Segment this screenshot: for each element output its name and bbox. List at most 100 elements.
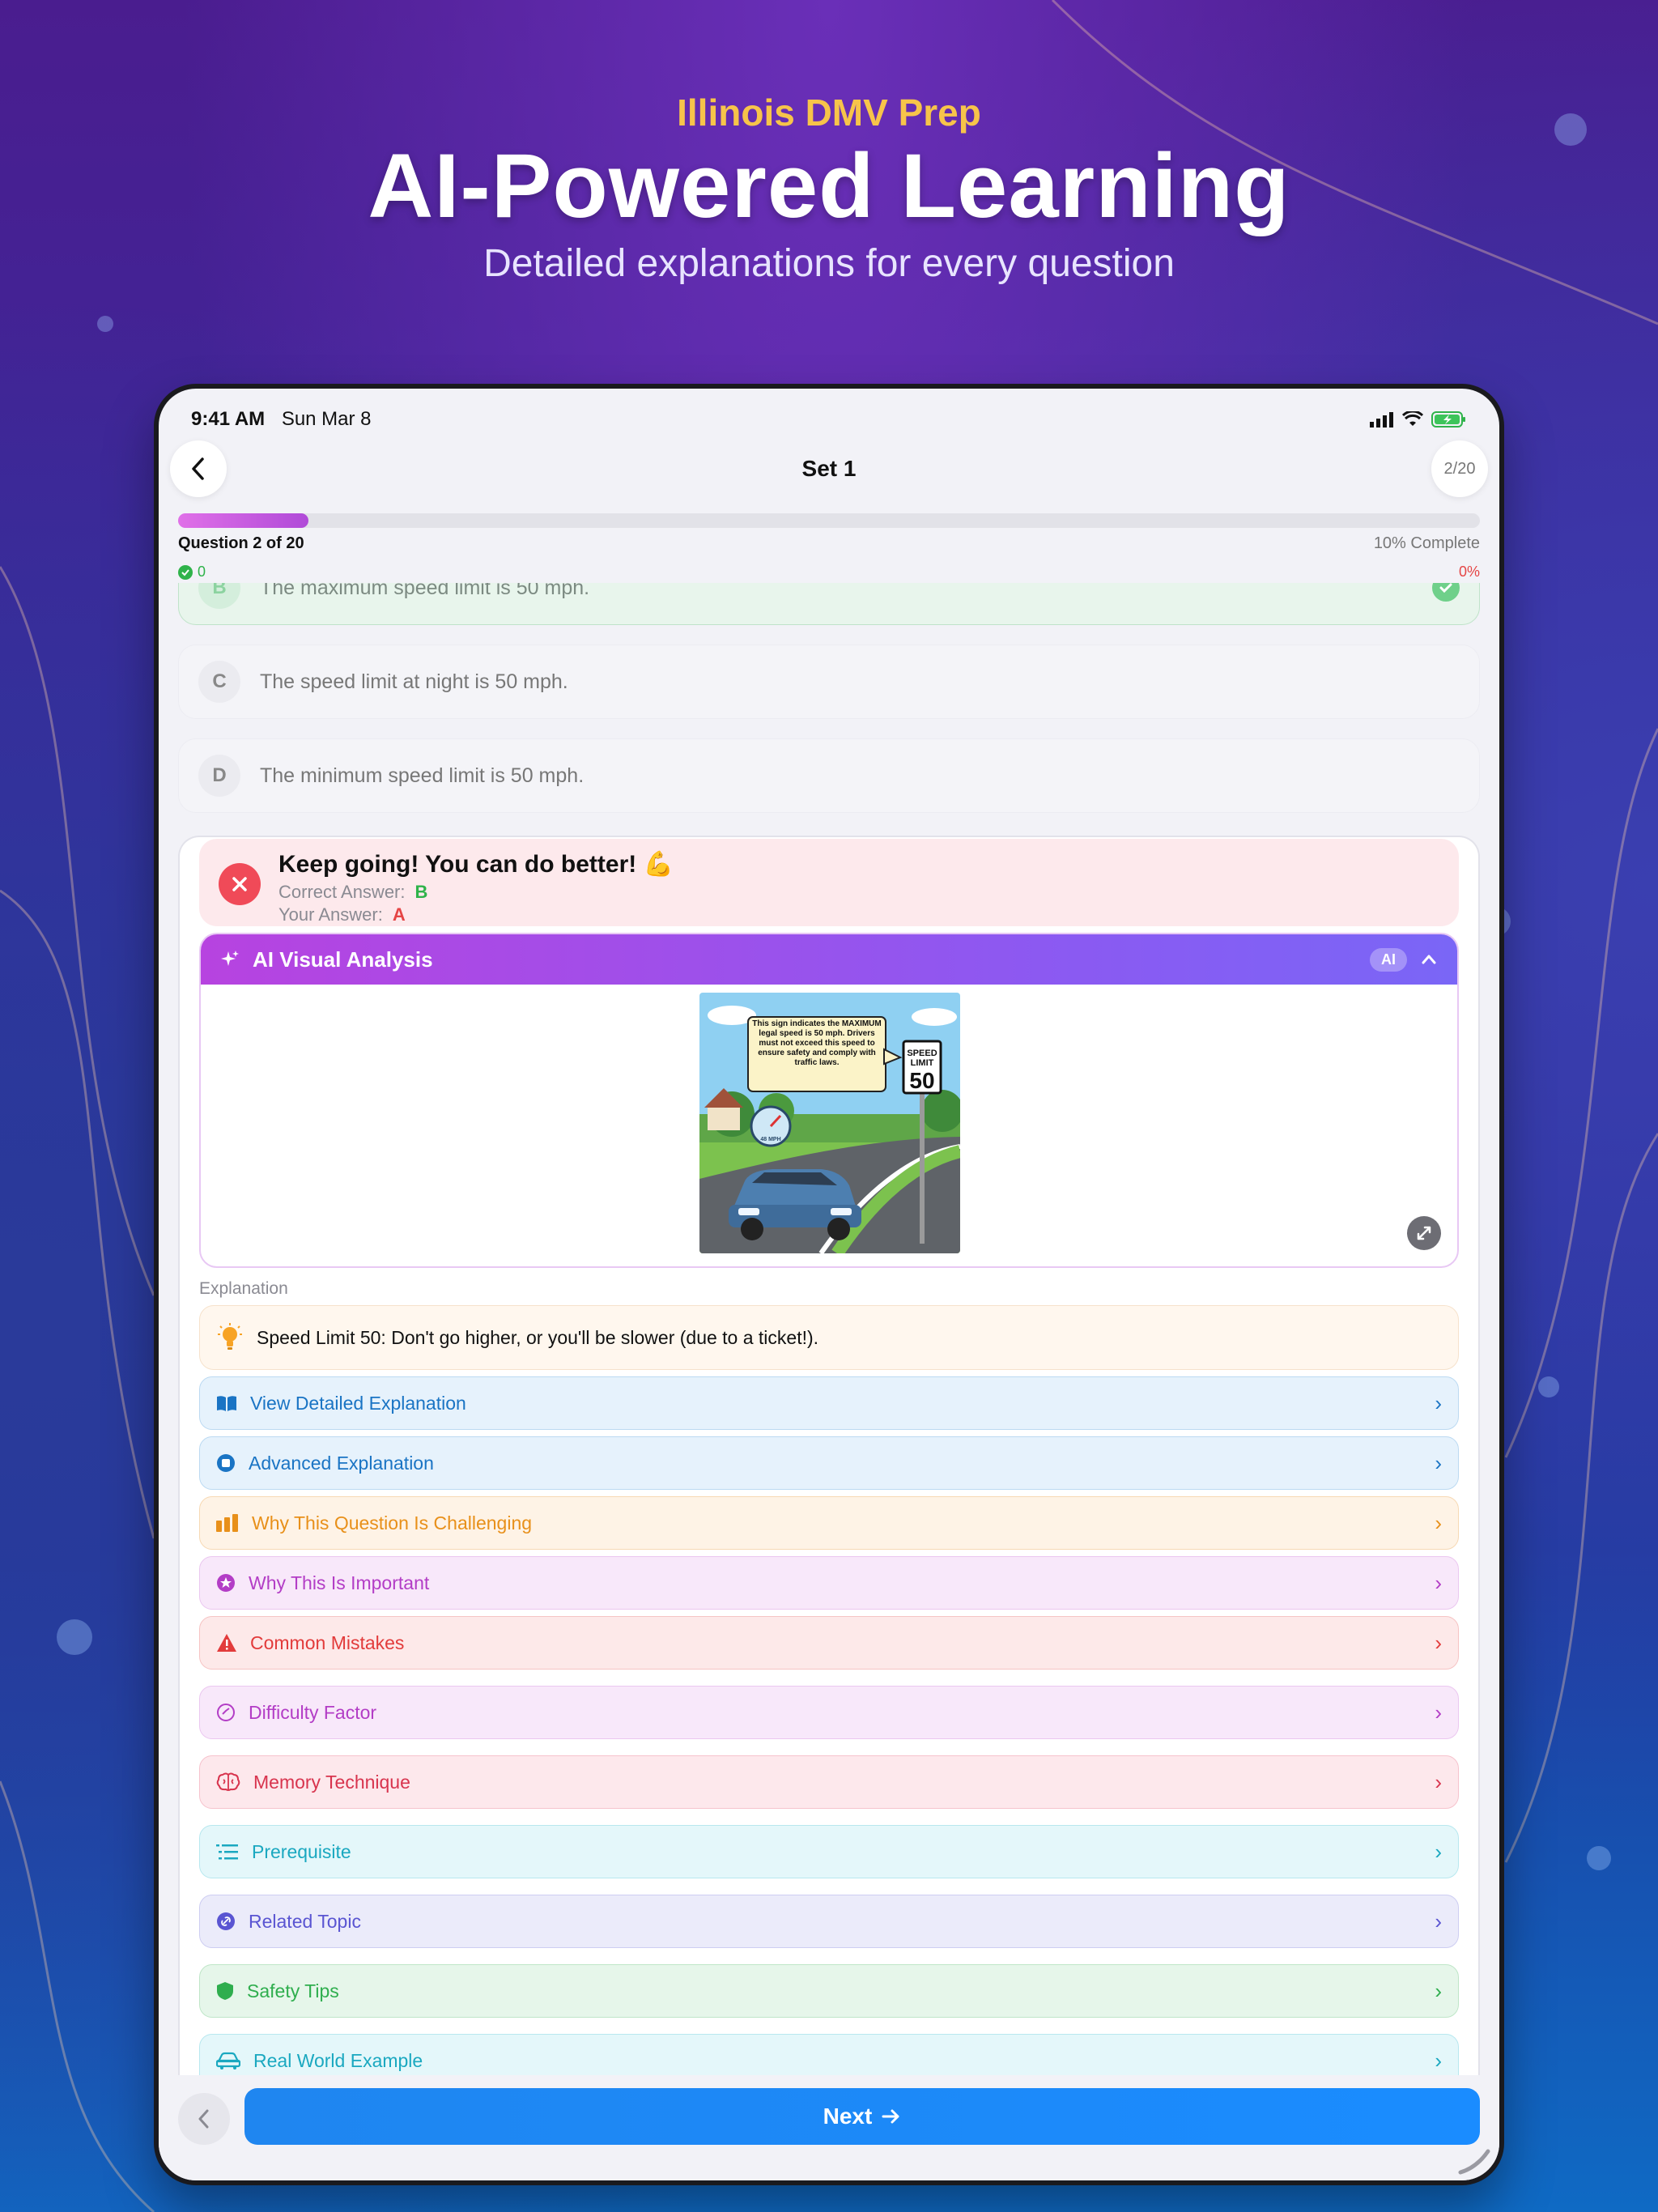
section-label: Safety Tips: [247, 1980, 339, 2001]
bars-icon: [216, 1514, 238, 1532]
section-safety-tips[interactable]: Safety Tips ›: [199, 1964, 1459, 2018]
wifi-icon: [1402, 411, 1423, 426]
section-why-important[interactable]: Why This Is Important ›: [199, 1556, 1459, 1610]
feedback-banner: Keep going! You can do better! 💪 Correct…: [199, 839, 1459, 926]
chevron-right-icon: ›: [1435, 1769, 1442, 1794]
section-memory-technique[interactable]: Memory Technique ›: [199, 1755, 1459, 1809]
chevron-left-icon: [192, 457, 204, 480]
feedback-title: Keep going! You can do better! 💪: [278, 851, 674, 878]
progress-bar: [178, 513, 1480, 528]
sign-number: 50: [909, 1068, 934, 1093]
ai-visual-analysis-panel: AI Visual Analysis AI SPEED LIMIT 50 Thi…: [199, 933, 1459, 1268]
progress-labels: Question 2 of 20 10% Complete: [178, 534, 1480, 553]
cellular-signal-icon: [1370, 412, 1393, 428]
arrow-right-icon: [882, 2109, 899, 2124]
section-label: Why This Is Important: [249, 1572, 430, 1593]
expand-icon: [1417, 1226, 1431, 1240]
correct-answer-value: B: [414, 882, 428, 902]
chevron-right-icon: ›: [1435, 1699, 1442, 1725]
chevron-left-icon: [198, 2109, 209, 2129]
book-icon: [217, 1396, 236, 1411]
next-button-label: Next: [823, 2104, 873, 2129]
sign-line2: LIMIT: [911, 1058, 934, 1068]
brain-circle-icon: [217, 1454, 235, 1472]
section-difficulty-factor[interactable]: Difficulty Factor ›: [199, 1686, 1459, 1739]
chevron-right-icon: ›: [1435, 1450, 1442, 1475]
section-related-topic[interactable]: Related Topic ›: [199, 1895, 1459, 1948]
bokeh-light: [57, 1619, 92, 1655]
car-icon: [216, 2052, 240, 2069]
app-screen: 9:41 AM Sun Mar 8 Set 1 2/20 Question 2 …: [159, 389, 1499, 2180]
section-why-challenging[interactable]: Why This Question Is Challenging ›: [199, 1496, 1459, 1550]
answer-option-b[interactable]: B The maximum speed limit is 50 mph.: [178, 583, 1480, 625]
section-label: View Detailed Explanation: [250, 1392, 466, 1414]
answer-letter: D: [198, 755, 240, 797]
result-card: Keep going! You can do better! 💪 Correct…: [178, 836, 1480, 2075]
explanation-text: Speed Limit 50: Don't go higher, or you'…: [257, 1326, 819, 1348]
warning-icon: [217, 1634, 236, 1652]
answer-text: The minimum speed limit is 50 mph.: [260, 764, 585, 787]
correct-count: 0: [178, 564, 206, 581]
ai-illustration[interactable]: SPEED LIMIT 50 This sign indicates the M…: [699, 993, 960, 1253]
section-prerequisite[interactable]: Prerequisite ›: [199, 1825, 1459, 1878]
expand-image-button[interactable]: [1407, 1216, 1441, 1250]
score-row: 0 0%: [178, 564, 1480, 581]
section-view-detailed-explanation[interactable]: View Detailed Explanation ›: [199, 1376, 1459, 1430]
your-answer-value: A: [392, 904, 406, 925]
ai-panel-header[interactable]: AI Visual Analysis AI: [201, 934, 1457, 985]
score-percent: 0%: [1458, 564, 1480, 580]
illustration-callout: This sign indicates the MAXIMUM legal sp…: [752, 1019, 882, 1067]
scroll-content[interactable]: B The maximum speed limit is 50 mph. C T…: [159, 583, 1499, 2075]
status-time: 9:41 AM: [191, 408, 266, 430]
correct-count-value: 0: [198, 564, 206, 580]
gauge-icon: [217, 1704, 235, 1721]
section-label: Advanced Explanation: [249, 1452, 434, 1474]
bokeh-light: [1587, 1846, 1611, 1870]
corner-indicator-icon: [1458, 2149, 1490, 2175]
status-date: Sun Mar 8: [281, 408, 372, 430]
answer-text: The maximum speed limit is 50 mph.: [260, 583, 590, 599]
previous-button[interactable]: [178, 2093, 230, 2145]
percent-complete-label: 10% Complete: [1373, 534, 1480, 552]
question-counter-badge: 2/20: [1431, 440, 1488, 497]
section-label: Memory Technique: [253, 1771, 410, 1793]
your-answer-line: Your Answer: A: [278, 904, 674, 925]
lightbulb-icon: [218, 1323, 242, 1350]
section-label: Prerequisite: [252, 1840, 351, 1862]
back-button[interactable]: [170, 440, 227, 497]
chevron-right-icon: ›: [1435, 1570, 1442, 1595]
chevron-right-icon: ›: [1435, 1839, 1442, 1864]
bottom-bar: Next: [159, 2075, 1499, 2180]
section-label: Common Mistakes: [250, 1631, 405, 1653]
section-label: Real World Example: [253, 2049, 423, 2071]
answer-letter: C: [198, 661, 240, 703]
next-button[interactable]: Next: [244, 2088, 1480, 2145]
promo-eyebrow: Illinois DMV Prep: [677, 91, 981, 134]
explanation-box: Speed Limit 50: Don't go higher, or you'…: [199, 1305, 1459, 1370]
chevron-up-icon[interactable]: [1420, 951, 1438, 968]
answer-list: B The maximum speed limit is 50 mph. C T…: [178, 583, 1480, 832]
answer-option-d[interactable]: D The minimum speed limit is 50 mph.: [178, 738, 1480, 813]
answer-letter: B: [198, 583, 240, 609]
correct-answer-line: Correct Answer: B: [278, 882, 674, 903]
section-label: Why This Question Is Challenging: [252, 1512, 533, 1534]
answer-option-c[interactable]: C The speed limit at night is 50 mph.: [178, 644, 1480, 719]
section-advanced-explanation[interactable]: Advanced Explanation ›: [199, 1436, 1459, 1490]
link-icon: [217, 1912, 235, 1930]
correct-answer-label: Correct Answer:: [278, 882, 406, 902]
section-label: Difficulty Factor: [249, 1701, 377, 1723]
bokeh-light: [1538, 1376, 1559, 1397]
tablet-frame: 9:41 AM Sun Mar 8 Set 1 2/20 Question 2 …: [154, 384, 1504, 2185]
section-common-mistakes[interactable]: Common Mistakes ›: [199, 1616, 1459, 1670]
answer-text: The speed limit at night is 50 mph.: [260, 670, 568, 693]
correct-check-icon: [1432, 583, 1460, 602]
nav-title: Set 1: [801, 456, 857, 481]
brain-icon: [216, 1772, 240, 1791]
ai-panel-title: AI Visual Analysis: [253, 946, 433, 972]
incorrect-x-icon: [219, 863, 261, 905]
explanation-label: Explanation: [199, 1279, 288, 1298]
section-real-world-example[interactable]: Real World Example ›: [199, 2034, 1459, 2075]
chevron-right-icon: ›: [1435, 1510, 1442, 1535]
your-answer-label: Your Answer:: [278, 904, 383, 925]
sign-line1: SPEED: [907, 1049, 937, 1058]
